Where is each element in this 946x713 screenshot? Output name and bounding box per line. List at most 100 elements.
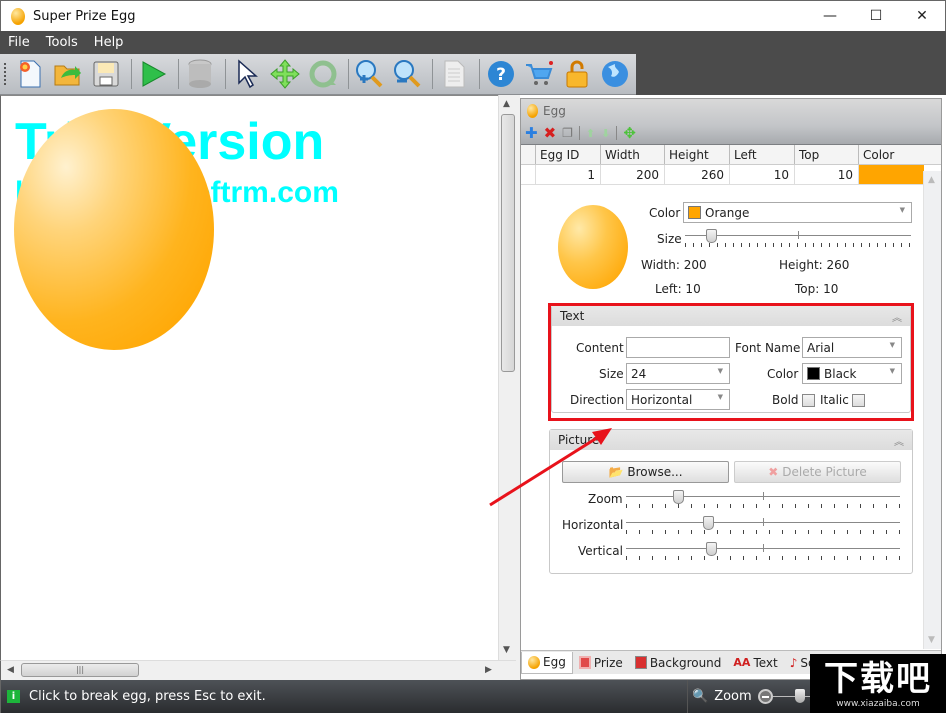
rotate-icon bbox=[309, 60, 337, 88]
close-button[interactable]: ✕ bbox=[899, 1, 945, 31]
window-title: Super Prize Egg bbox=[33, 8, 136, 24]
tab-text[interactable]: AA Text bbox=[727, 652, 783, 674]
col-color[interactable]: Color bbox=[858, 145, 924, 164]
app-egg-icon bbox=[11, 7, 25, 25]
picture-vertical-slider[interactable] bbox=[626, 542, 900, 564]
collapse-icon[interactable]: ︽ bbox=[892, 309, 902, 324]
bold-checkbox[interactable] bbox=[802, 394, 815, 407]
size-label: Size bbox=[657, 232, 682, 246]
delete-egg-icon[interactable]: ✖ bbox=[544, 124, 557, 142]
move-egg-icon[interactable]: ✥ bbox=[623, 124, 636, 142]
col-left[interactable]: Left bbox=[729, 145, 794, 164]
hscroll-thumb[interactable]: ||| bbox=[21, 663, 139, 677]
cell-egg-id[interactable]: 1 bbox=[535, 165, 600, 184]
unlock-button[interactable] bbox=[560, 57, 594, 91]
select-button[interactable] bbox=[230, 57, 264, 91]
open-button[interactable] bbox=[51, 57, 85, 91]
select-arrow-icon bbox=[237, 59, 258, 89]
slider-knob[interactable] bbox=[705, 542, 717, 556]
scroll-up-arrow[interactable]: ▲ bbox=[928, 175, 935, 185]
canvas-horizontal-scrollbar[interactable]: ◀ ||| ▶ bbox=[0, 660, 516, 680]
play-button[interactable] bbox=[136, 57, 170, 91]
size-slider-knob[interactable] bbox=[705, 229, 717, 243]
scroll-right-arrow[interactable]: ▶ bbox=[485, 665, 492, 675]
menu-tools[interactable]: Tools bbox=[38, 35, 86, 50]
text-color-select[interactable]: Black ▼ bbox=[802, 363, 902, 384]
canvas-vertical-scrollbar[interactable]: ▲ ▼ bbox=[498, 95, 516, 660]
color-swatch bbox=[807, 367, 820, 380]
delete-picture-label: Delete Picture bbox=[782, 465, 867, 479]
zoom-out-button[interactable] bbox=[390, 57, 424, 91]
menu-help[interactable]: Help bbox=[86, 35, 132, 50]
bold-label: Bold bbox=[772, 393, 799, 407]
egg-canvas[interactable]: Trial Version http://www.softrm.com bbox=[0, 95, 498, 660]
save-button[interactable] bbox=[89, 57, 123, 91]
copy-egg-icon[interactable]: ❐ bbox=[562, 126, 573, 140]
move-up-icon[interactable]: ⬆ bbox=[586, 127, 595, 140]
add-egg-icon[interactable]: ✚ bbox=[525, 124, 538, 142]
cell-color[interactable] bbox=[858, 165, 924, 184]
width-readout: Width: 200 bbox=[641, 258, 707, 272]
picture-zoom-slider[interactable] bbox=[626, 490, 900, 512]
italic-checkbox[interactable] bbox=[852, 394, 865, 407]
slider-knob[interactable] bbox=[703, 516, 715, 530]
text-size-select[interactable]: 24 ▼ bbox=[626, 363, 730, 384]
col-width[interactable]: Width bbox=[600, 145, 664, 164]
canvas-egg[interactable] bbox=[14, 109, 214, 350]
tool-separator bbox=[578, 126, 580, 140]
direction-label: Direction bbox=[570, 393, 625, 407]
cell-height[interactable]: 260 bbox=[664, 165, 729, 184]
tool-separator bbox=[616, 126, 618, 140]
toolbar-grip[interactable] bbox=[4, 63, 7, 85]
size-slider[interactable] bbox=[685, 229, 911, 251]
collapse-icon[interactable]: ︽ bbox=[894, 433, 904, 448]
col-height[interactable]: Height bbox=[664, 145, 729, 164]
font-icon: AA bbox=[733, 656, 751, 669]
tab-prize[interactable]: Prize bbox=[573, 652, 629, 674]
table-row[interactable]: 1 200 260 10 10 bbox=[521, 165, 941, 185]
direction-value: Horizontal bbox=[631, 392, 693, 407]
new-button[interactable] bbox=[13, 57, 47, 91]
height-readout: Height: 260 bbox=[779, 258, 850, 272]
cart-button[interactable] bbox=[522, 57, 556, 91]
rotate-button[interactable] bbox=[306, 57, 340, 91]
menu-file[interactable]: File bbox=[0, 35, 38, 50]
zoom-out-button[interactable] bbox=[757, 689, 773, 704]
zoom-slider-knob[interactable] bbox=[794, 689, 805, 703]
scroll-left-arrow[interactable]: ◀ bbox=[7, 665, 14, 675]
zoom-in-button[interactable] bbox=[353, 57, 387, 91]
egg-color-select[interactable]: Orange ▼ bbox=[683, 202, 912, 223]
tab-background[interactable]: Background bbox=[629, 652, 728, 674]
pane-vertical-scrollbar[interactable]: ▲ ▼ bbox=[923, 171, 941, 649]
database-button[interactable] bbox=[183, 57, 217, 91]
picture-horizontal-slider[interactable] bbox=[626, 516, 900, 538]
browse-button[interactable]: 📂 Browse... bbox=[562, 461, 729, 483]
cell-top[interactable]: 10 bbox=[794, 165, 858, 184]
col-top[interactable]: Top bbox=[794, 145, 858, 164]
status-bar: i Click to break egg, press Esc to exit.… bbox=[0, 680, 946, 713]
move-button[interactable] bbox=[268, 57, 302, 91]
cell-left[interactable]: 10 bbox=[729, 165, 794, 184]
help-button[interactable]: ? bbox=[484, 57, 518, 91]
font-name-select[interactable]: Arial ▼ bbox=[802, 337, 902, 358]
zoom-out-icon bbox=[394, 60, 421, 88]
minimize-button[interactable]: — bbox=[807, 1, 853, 31]
move-down-icon[interactable]: ⬇ bbox=[601, 127, 610, 140]
direction-select[interactable]: Horizontal ▼ bbox=[626, 389, 730, 410]
delete-picture-button[interactable]: ✖ Delete Picture bbox=[734, 461, 901, 483]
tab-egg[interactable]: Egg bbox=[521, 651, 573, 674]
content-input[interactable] bbox=[626, 337, 730, 358]
menu-bar: File Tools Help bbox=[0, 31, 946, 54]
scroll-down-arrow[interactable]: ▼ bbox=[503, 645, 510, 655]
maximize-button[interactable]: ☐ bbox=[853, 1, 899, 31]
scroll-thumb[interactable] bbox=[501, 114, 515, 372]
scroll-down-arrow[interactable]: ▼ bbox=[928, 635, 935, 645]
save-icon bbox=[93, 61, 119, 87]
slider-knob[interactable] bbox=[673, 490, 685, 504]
scroll-up-arrow[interactable]: ▲ bbox=[503, 99, 510, 109]
cell-width[interactable]: 200 bbox=[600, 165, 664, 184]
col-egg-id[interactable]: Egg ID bbox=[535, 145, 600, 164]
text-group: Text ︽ Content Font Name Arial ▼ Size 24… bbox=[551, 305, 911, 413]
document-button[interactable] bbox=[437, 57, 471, 91]
website-button[interactable] bbox=[598, 57, 632, 91]
